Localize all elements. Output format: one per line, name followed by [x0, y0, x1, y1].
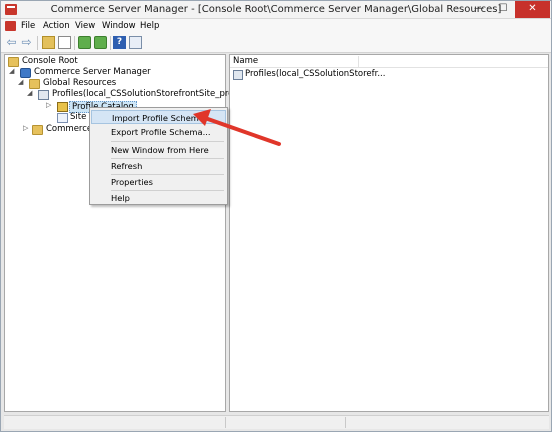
help-icon[interactable]: ?	[113, 36, 126, 49]
folder-icon	[32, 125, 43, 135]
menu-window[interactable]: Window	[102, 21, 136, 31]
menu-bar: File Action View Window Help	[1, 19, 551, 33]
context-menu: Import Profile Schema... Export Profile …	[89, 107, 228, 205]
menu-item-import-profile-schema[interactable]: Import Profile Schema...	[91, 110, 226, 124]
toolbar-separator	[110, 36, 111, 50]
status-bar	[4, 415, 549, 429]
refresh-icon[interactable]	[78, 36, 91, 49]
profiles-icon	[38, 90, 49, 100]
list-pane[interactable]: Name Profiles(local_CSSolutionStorefr...	[229, 54, 549, 412]
menu-item-label: Refresh	[111, 161, 143, 171]
menu-help[interactable]: Help	[140, 21, 159, 31]
commerce-server-icon	[20, 68, 31, 78]
menu-view[interactable]: View	[75, 21, 95, 31]
show-hide-tree-icon[interactable]	[58, 36, 71, 49]
menu-separator	[111, 141, 224, 142]
collapsed-icon[interactable]: ▷	[46, 101, 54, 109]
site-terms-icon	[57, 113, 68, 123]
folder-icon	[29, 79, 40, 89]
menu-item-export-profile-schema[interactable]: Export Profile Schema...	[91, 125, 226, 139]
tree-item-label: Console Root	[22, 56, 78, 66]
profiles-icon	[233, 70, 243, 80]
menu-item-label: Export Profile Schema...	[111, 127, 211, 137]
expanded-icon[interactable]: ◢	[9, 67, 17, 75]
back-arrow-icon[interactable]: ⇦	[5, 36, 18, 49]
menu-item-label: Help	[111, 193, 130, 203]
up-folder-icon[interactable]	[42, 36, 55, 49]
toolbar-separator	[37, 36, 38, 50]
toolbar: ⇦ ⇨ ?	[1, 33, 551, 53]
menu-item-label: New Window from Here	[111, 145, 209, 155]
maximize-button[interactable]: ☐	[491, 1, 515, 18]
status-cell	[226, 417, 346, 428]
minimize-button[interactable]: —	[467, 1, 491, 18]
menu-action[interactable]: Action	[43, 21, 70, 31]
menu-item-label: Import Profile Schema...	[112, 113, 212, 123]
folder-icon	[8, 57, 19, 67]
app-window: Commerce Server Manager - [Console Root\…	[0, 0, 552, 432]
column-header-name[interactable]: Name	[233, 56, 258, 66]
console-icon[interactable]	[5, 21, 16, 31]
menu-file[interactable]: File	[21, 21, 35, 31]
catalog-icon	[57, 102, 68, 112]
toolbar-separator	[74, 36, 75, 50]
list-header: Name	[230, 55, 548, 68]
tree-item-label: Profiles(local_CSSolutionStorefrontSite_…	[52, 89, 255, 99]
column-divider[interactable]	[358, 56, 359, 67]
export-list-icon[interactable]	[94, 36, 107, 49]
forward-arrow-icon[interactable]: ⇨	[20, 36, 33, 49]
title-bar: Commerce Server Manager - [Console Root\…	[1, 1, 551, 19]
menu-item-label: Properties	[111, 177, 153, 187]
menu-item-refresh[interactable]: Refresh	[91, 159, 226, 173]
tree-item-label: Global Resources	[43, 78, 117, 88]
collapsed-icon[interactable]: ▷	[23, 124, 31, 132]
expanded-icon[interactable]: ◢	[18, 78, 26, 86]
close-button[interactable]: ✕	[515, 1, 550, 18]
tree-item-label: Commerce Server Manager	[34, 67, 151, 77]
menu-item-help[interactable]: Help	[91, 191, 226, 205]
status-cell	[4, 417, 226, 428]
properties-icon[interactable]	[129, 36, 142, 49]
menu-item-properties[interactable]: Properties	[91, 175, 226, 189]
menu-item-new-window-from-here[interactable]: New Window from Here	[91, 143, 226, 157]
list-item-label: Profiles(local_CSSolutionStorefr...	[245, 69, 386, 79]
expanded-icon[interactable]: ◢	[27, 89, 35, 97]
